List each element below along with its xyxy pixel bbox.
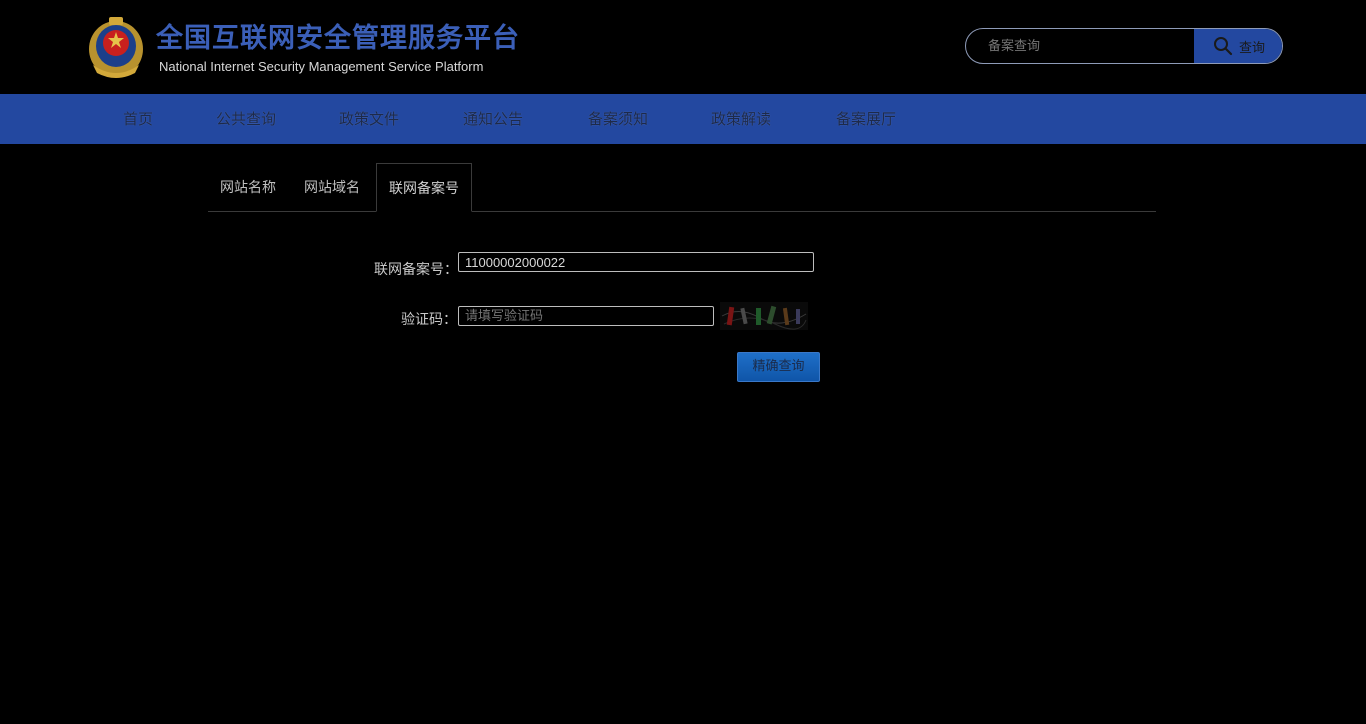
record-number-input[interactable] bbox=[458, 252, 814, 272]
captcha-label: 验证码： bbox=[401, 312, 457, 328]
nav-item-filing-hall[interactable]: 备案展厅 bbox=[836, 94, 896, 144]
site-title-cn: 全国互联网安全管理服务平台 bbox=[156, 23, 520, 54]
nav-item-public-query[interactable]: 公共查询 bbox=[216, 94, 276, 144]
search-input[interactable] bbox=[966, 29, 1194, 63]
captcha-input[interactable] bbox=[458, 306, 714, 326]
header-search: 查询 bbox=[965, 28, 1283, 64]
captcha-image[interactable] bbox=[720, 302, 808, 330]
search-icon bbox=[1213, 37, 1233, 56]
nav-item-home[interactable]: 首页 bbox=[123, 94, 153, 144]
nav-item-policy-interpretation[interactable]: 政策解读 bbox=[711, 94, 771, 144]
nav-item-notices[interactable]: 通知公告 bbox=[463, 94, 523, 144]
exact-query-button[interactable]: 精确查询 bbox=[737, 352, 820, 382]
search-button-label: 查询 bbox=[1238, 40, 1265, 56]
tab-site-domain[interactable]: 网站域名 bbox=[304, 163, 360, 212]
site-title-en: National Internet Security Management Se… bbox=[159, 59, 484, 74]
police-emblem-icon bbox=[89, 17, 143, 78]
record-number-label: 联网备案号： bbox=[374, 262, 458, 278]
nav-item-policy-docs[interactable]: 政策文件 bbox=[339, 94, 399, 144]
main-nav: 首页 公共查询 政策文件 通知公告 备案须知 政策解读 备案展厅 bbox=[0, 94, 1366, 144]
search-button[interactable]: 查询 bbox=[1194, 29, 1282, 63]
nav-item-filing-guide[interactable]: 备案须知 bbox=[588, 94, 648, 144]
tab-site-name[interactable]: 网站名称 bbox=[220, 163, 276, 212]
site-header: 全国互联网安全管理服务平台 National Internet Security… bbox=[0, 0, 1366, 94]
query-tabs: 网站名称 网站域名 联网备案号 bbox=[208, 163, 1156, 212]
tab-record-number[interactable]: 联网备案号 bbox=[376, 163, 472, 212]
